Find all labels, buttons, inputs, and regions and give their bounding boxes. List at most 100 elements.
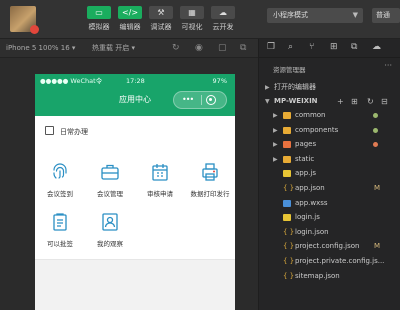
status-dot bbox=[373, 142, 378, 148]
status-dot bbox=[373, 113, 378, 118]
simulator-bar: iPhone 5 100% 16 ▾ 热重载 开启 ▾ ↻ ◉ ▢ ⧉ bbox=[0, 39, 258, 58]
stop-icon[interactable]: ◉ bbox=[195, 39, 203, 57]
folder-row[interactable]: ▶ pages bbox=[259, 138, 400, 151]
file-name: app.wxss bbox=[295, 198, 328, 207]
explorer-title: 资源管理器 bbox=[273, 66, 306, 74]
explorer-tabs: ❐ ⌕ ⑂ ⊞ ⧉ ☁ bbox=[259, 39, 400, 58]
file-row[interactable]: app.wxss bbox=[259, 197, 400, 210]
json-file-icon: { } bbox=[283, 242, 295, 251]
contact-icon bbox=[102, 213, 118, 231]
device-select[interactable]: iPhone 5 100% 16 ▾ bbox=[6, 39, 75, 57]
json-file-icon: { } bbox=[283, 271, 295, 280]
status-dot bbox=[373, 127, 378, 133]
file-row[interactable]: { } app.json M bbox=[259, 182, 400, 195]
file-row[interactable]: app.js bbox=[259, 167, 400, 180]
toolbar-tool-2[interactable]: ⚒ 调试器 bbox=[146, 6, 176, 33]
app-label: 数据打印发行 bbox=[190, 190, 230, 198]
file-name: project.config.json bbox=[295, 242, 360, 251]
extensions-icon[interactable]: ⊞ bbox=[330, 42, 338, 52]
cloud-icon[interactable]: ☁ bbox=[372, 42, 381, 52]
json-file-icon: { } bbox=[283, 227, 295, 236]
copy-icon[interactable]: ⧉ bbox=[351, 42, 357, 52]
refresh-icon[interactable]: ↻ bbox=[367, 95, 374, 108]
tool-label: 调试器 bbox=[150, 23, 172, 31]
collapse-icon[interactable]: ⊟ bbox=[381, 95, 388, 108]
modified-badge: M bbox=[373, 184, 380, 192]
briefcase-icon bbox=[101, 164, 119, 180]
file-explorer: ❐ ⌕ ⑂ ⊞ ⧉ ☁ 资源管理器 ··· ▶ 打开的编辑器 ▼ MP-WEIX… bbox=[259, 39, 400, 310]
chevron-right-icon: ▶ bbox=[273, 112, 278, 119]
tool-label: 编辑器 bbox=[119, 23, 141, 31]
screenshot-icon[interactable]: ▢ bbox=[218, 39, 227, 57]
folder-row[interactable]: ▶ common bbox=[259, 109, 400, 122]
chevron-right-icon: ▶ bbox=[273, 126, 278, 134]
json-file-icon: { } bbox=[283, 184, 295, 192]
file-row[interactable]: { } sitemap.json bbox=[259, 270, 400, 283]
more-icon[interactable]: ··· bbox=[384, 61, 392, 70]
signal-indicator: ●●●●● WeChat令 bbox=[40, 77, 103, 85]
phone-screen: ●●●●● WeChat令 17:28 97% 应用中心 ••• 日常办理 会议… bbox=[35, 74, 235, 310]
hot-reload-select[interactable]: 热重载 开启 ▾ bbox=[92, 39, 135, 57]
app-item-5[interactable]: 可以批签 bbox=[39, 212, 81, 248]
style-file-icon bbox=[283, 199, 291, 207]
avatar[interactable] bbox=[10, 6, 39, 34]
tool-icon: ☁ bbox=[211, 6, 235, 19]
top-toolbar: ▭ 模拟器 </> 编辑器 ⚒ 调试器 ▦ 可视化 ☁ 云开发 小程序模式 ▼ 普通 bbox=[0, 0, 400, 39]
new-folder-icon[interactable]: ⊞ bbox=[351, 95, 358, 108]
refresh-icon[interactable]: ↻ bbox=[172, 39, 180, 57]
file-row[interactable]: login.js bbox=[259, 211, 400, 224]
chevron-right-icon: ▶ bbox=[273, 155, 278, 163]
capsule-divider bbox=[201, 95, 202, 105]
source-control-icon[interactable]: ⑂ bbox=[309, 42, 314, 52]
file-row[interactable]: { } project.private.config.js... bbox=[259, 255, 400, 268]
chevron-down-icon: ▼ bbox=[265, 98, 270, 105]
compile-button-label: 普通 bbox=[376, 11, 390, 19]
folder-row[interactable]: ▶ components bbox=[259, 124, 400, 137]
tool-icon: ⚒ bbox=[149, 6, 173, 19]
project-name: MP-WEIXIN bbox=[274, 97, 318, 105]
tool-label: 云开发 bbox=[212, 23, 234, 31]
section-header: 日常办理 bbox=[45, 126, 88, 137]
files-icon[interactable]: ❐ bbox=[267, 42, 275, 52]
more-icon[interactable]: ••• bbox=[182, 94, 194, 106]
search-icon[interactable]: ⌕ bbox=[288, 42, 293, 52]
app-item-6[interactable]: 我的观察 bbox=[89, 212, 131, 248]
menu-capsule[interactable]: ••• bbox=[173, 91, 227, 109]
document-icon bbox=[53, 213, 67, 231]
file-name: common bbox=[295, 111, 326, 119]
section-icon bbox=[45, 126, 54, 135]
file-row[interactable]: { } project.config.json M bbox=[259, 240, 400, 253]
open-editors-label: 打开的编辑器 bbox=[274, 83, 316, 91]
mode-select-value: 小程序模式 bbox=[273, 11, 308, 19]
new-file-icon[interactable]: + bbox=[337, 95, 344, 108]
app-item-4[interactable]: 数据打印发行 bbox=[189, 162, 231, 198]
phone-status-bar: ●●●●● WeChat令 17:28 97% bbox=[35, 74, 235, 88]
file-name: static bbox=[295, 154, 315, 163]
folder-row[interactable]: ▶ static bbox=[259, 153, 400, 166]
app-item-2[interactable]: 会议管理 bbox=[89, 162, 131, 198]
toolbar-tool-4[interactable]: ☁ 云开发 bbox=[208, 6, 238, 33]
tool-label: 可视化 bbox=[181, 23, 203, 31]
file-name: app.json bbox=[295, 184, 325, 192]
app-item-3[interactable]: 审核申请 bbox=[139, 162, 181, 198]
app-label: 审核申请 bbox=[147, 190, 173, 198]
toolbar-tool-0[interactable]: ▭ 模拟器 bbox=[84, 6, 114, 33]
popout-icon[interactable]: ⧉ bbox=[240, 39, 246, 57]
project-header[interactable]: ▼ MP-WEIXIN + ⊞ ↻ ⊟ bbox=[259, 95, 400, 108]
close-capsule-icon[interactable] bbox=[206, 95, 216, 105]
folder-icon bbox=[283, 141, 291, 149]
compile-button[interactable]: 普通 bbox=[372, 8, 400, 23]
mode-select[interactable]: 小程序模式 ▼ bbox=[267, 8, 363, 23]
app-item-1[interactable]: 会议签到 bbox=[39, 162, 81, 198]
toolbar-tool-1[interactable]: </> 编辑器 bbox=[115, 6, 145, 33]
app-label: 可以批签 bbox=[47, 240, 73, 248]
toolbar-tool-3[interactable]: ▦ 可视化 bbox=[177, 6, 207, 33]
file-name: sitemap.json bbox=[295, 271, 340, 280]
phone-empty-area bbox=[35, 259, 235, 310]
file-name: components bbox=[295, 125, 339, 134]
file-row[interactable]: { } login.json bbox=[259, 226, 400, 239]
battery-indicator: 97% bbox=[212, 77, 227, 85]
tool-icon: </> bbox=[118, 6, 142, 19]
open-editors-header[interactable]: ▶ 打开的编辑器 bbox=[259, 81, 400, 94]
modified-badge: M bbox=[373, 242, 380, 251]
